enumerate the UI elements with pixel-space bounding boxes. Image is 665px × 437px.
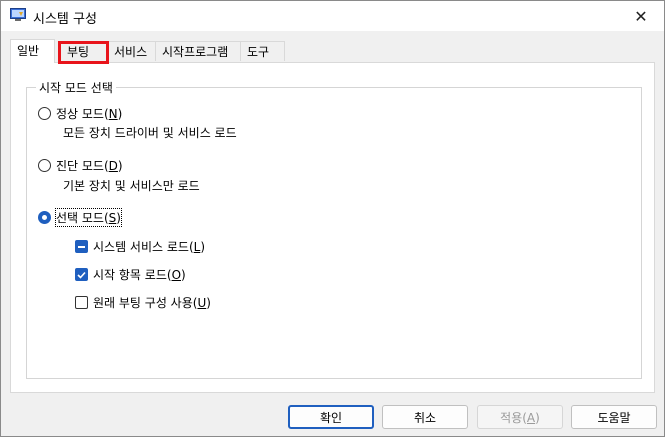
radio-checked-icon <box>38 211 51 224</box>
diagnostic-startup-radio[interactable]: 진단 모드(D) <box>38 157 123 174</box>
load-system-services-label: 시스템 서비스 로드(L) <box>93 240 206 254</box>
normal-startup-radio[interactable]: 정상 모드(N) <box>38 105 122 122</box>
general-tab-page: 시작 모드 선택 정상 모드(N) 모든 장치 드라이버 및 서비스 로드 진단… <box>10 62 655 393</box>
radio-unchecked-icon <box>38 159 51 172</box>
use-original-boot-config-checkbox[interactable]: 원래 부팅 구성 사용(U) <box>75 294 211 311</box>
apply-button[interactable]: 적용(A) <box>477 405 563 429</box>
window-title: 시스템 구성 <box>33 12 97 27</box>
ok-button-label: 확인 <box>319 410 343 425</box>
cancel-button-label: 취소 <box>413 410 437 425</box>
tab-tools-label: 도구 <box>247 45 270 59</box>
boot-tab-highlight <box>58 41 109 64</box>
close-icon: ✕ <box>634 6 648 26</box>
help-button-label: 도움말 <box>597 410 631 425</box>
tab-tools[interactable]: 도구 <box>240 41 285 61</box>
radio-unchecked-icon <box>38 107 51 120</box>
tab-services[interactable]: 서비스 <box>107 41 156 61</box>
group-label: 시작 모드 선택 <box>36 79 116 96</box>
startup-selection-group: 시작 모드 선택 정상 모드(N) 모든 장치 드라이버 및 서비스 로드 진단… <box>26 79 642 379</box>
system-configuration-window: 시스템 구성 ✕ 일반 부팅 서비스 시작프로그램 도구 시작 모드 선택 정상… <box>0 0 665 437</box>
help-button[interactable]: 도움말 <box>571 405 657 429</box>
tab-startup[interactable]: 시작프로그램 <box>155 41 241 61</box>
checkbox-checked-icon <box>75 268 88 281</box>
selective-startup-radio[interactable]: 선택 모드(S) <box>38 208 122 227</box>
load-startup-items-checkbox[interactable]: 시작 항목 로드(O) <box>75 266 186 283</box>
cancel-button[interactable]: 취소 <box>382 405 468 429</box>
checkbox-unchecked-icon <box>75 296 88 309</box>
tab-general[interactable]: 일반 <box>10 39 55 63</box>
load-startup-items-label: 시작 항목 로드(O) <box>93 268 186 282</box>
tab-general-label: 일반 <box>17 44 40 58</box>
diagnostic-startup-label: 진단 모드(D) <box>56 159 123 173</box>
normal-startup-label: 정상 모드(N) <box>56 107 123 121</box>
use-original-boot-config-label: 원래 부팅 구성 사용(U) <box>93 296 211 310</box>
diagnostic-startup-description: 기본 장치 및 서비스만 로드 <box>63 179 200 193</box>
apply-button-label: 적용(A) <box>500 410 540 425</box>
selective-startup-label: 선택 모드(S) <box>55 208 122 227</box>
normal-startup-description: 모든 장치 드라이버 및 서비스 로드 <box>63 126 237 140</box>
ok-button[interactable]: 확인 <box>288 405 374 429</box>
load-system-services-checkbox[interactable]: 시스템 서비스 로드(L) <box>75 238 205 255</box>
tab-services-label: 서비스 <box>114 45 148 59</box>
system-config-app-icon <box>10 8 26 21</box>
close-button[interactable]: ✕ <box>618 1 664 31</box>
tab-startup-label: 시작프로그램 <box>162 45 229 59</box>
checkbox-indeterminate-icon <box>75 240 88 253</box>
title-bar: 시스템 구성 ✕ <box>1 1 664 31</box>
